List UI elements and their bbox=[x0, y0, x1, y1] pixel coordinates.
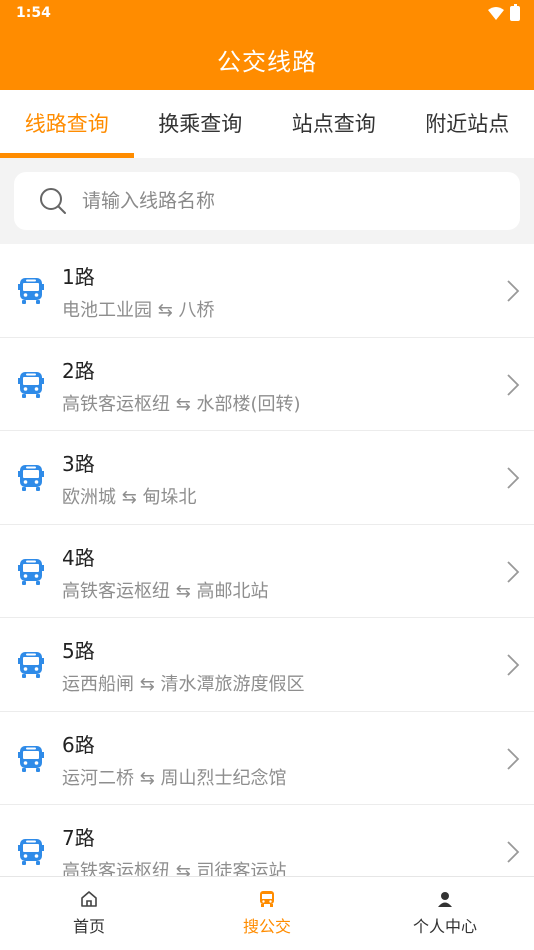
status-bar: 1:54 bbox=[0, 0, 534, 28]
nav-profile[interactable]: 个人中心 bbox=[356, 877, 534, 950]
bottom-nav: 首页 搜公交 个人中心 bbox=[0, 876, 534, 950]
route-name: 7路 bbox=[62, 826, 95, 850]
route-row[interactable]: 6路 运河二桥 ⇆ 周山烈士纪念馆 bbox=[0, 711, 534, 805]
search-box[interactable] bbox=[14, 172, 520, 230]
route-name: 4路 bbox=[62, 545, 95, 570]
route-name: 1路 bbox=[62, 265, 95, 289]
route-row[interactable]: 5路 运西船闸 ⇆ 清水潭旅游度假区 bbox=[0, 618, 534, 712]
route-list: 1路 电池工业园 ⇆ 八桥 2路 高铁客运枢纽 ⇆ 水部楼(回转) 3路 欧洲城… bbox=[0, 244, 534, 876]
route-stops: 高铁客运枢纽 ⇆ 高邮北站 bbox=[62, 580, 269, 602]
home-icon bbox=[81, 891, 97, 907]
chevron-right-icon bbox=[507, 654, 520, 676]
nav-home[interactable]: 首页 bbox=[0, 877, 178, 950]
route-row[interactable]: 3路 欧洲城 ⇆ 甸垛北 bbox=[0, 431, 534, 525]
bus-icon bbox=[18, 652, 44, 678]
app-header: 1:54 公交线路 bbox=[0, 0, 534, 90]
tab-bar: 线路查询 换乘查询 站点查询 附近站点 bbox=[0, 90, 534, 158]
bus-icon bbox=[18, 839, 44, 865]
route-name: 5路 bbox=[62, 639, 95, 663]
route-stops: 运河二桥 ⇆ 周山烈士纪念馆 bbox=[62, 767, 287, 789]
search-section bbox=[0, 158, 534, 244]
tab-transfer-query[interactable]: 换乘查询 bbox=[134, 90, 268, 158]
route-stops: 高铁客运枢纽 ⇆ 水部楼(回转) bbox=[62, 393, 301, 415]
nav-search-bus-label: 搜公交 bbox=[242, 917, 291, 936]
route-name: 6路 bbox=[62, 732, 95, 757]
route-stops: 运西船闸 ⇆ 清水潭旅游度假区 bbox=[62, 674, 305, 695]
nav-search-bus[interactable]: 搜公交 bbox=[178, 877, 356, 950]
route-name: 2路 bbox=[62, 358, 95, 383]
route-stops: 欧洲城 ⇆ 甸垛北 bbox=[62, 487, 197, 508]
nav-profile-label: 个人中心 bbox=[412, 917, 477, 936]
route-row[interactable]: 7路 高铁客运枢纽 ⇆ 司徒客运站 bbox=[0, 805, 534, 876]
page-title: 公交线路 bbox=[217, 48, 317, 76]
chevron-right-icon bbox=[507, 747, 520, 770]
route-name: 3路 bbox=[62, 452, 95, 476]
bus-icon bbox=[18, 278, 44, 304]
battery-icon bbox=[510, 4, 520, 21]
chevron-right-icon bbox=[507, 467, 520, 489]
route-stops: 高铁客运枢纽 ⇆ 司徒客运站 bbox=[62, 861, 287, 876]
bus-icon bbox=[18, 745, 44, 772]
chevron-right-icon bbox=[507, 373, 520, 396]
nav-home-label: 首页 bbox=[72, 917, 105, 936]
bus-icon bbox=[18, 465, 44, 491]
bus-icon bbox=[18, 558, 44, 585]
chevron-right-icon bbox=[507, 280, 520, 302]
wifi-icon bbox=[488, 6, 504, 20]
person-icon bbox=[438, 892, 452, 907]
status-icons bbox=[488, 4, 520, 21]
tab-stop-query[interactable]: 站点查询 bbox=[267, 90, 401, 158]
route-stops: 电池工业园 ⇆ 八桥 bbox=[62, 300, 215, 321]
tab-route-query[interactable]: 线路查询 bbox=[0, 90, 134, 158]
route-row[interactable]: 4路 高铁客运枢纽 ⇆ 高邮北站 bbox=[0, 524, 534, 618]
tab-nearby-stops[interactable]: 附近站点 bbox=[401, 90, 534, 158]
bus-icon bbox=[18, 371, 44, 398]
status-time: 1:54 bbox=[16, 5, 51, 21]
search-icon bbox=[40, 188, 66, 214]
chevron-right-icon bbox=[507, 560, 520, 583]
chevron-right-icon bbox=[507, 841, 520, 863]
route-row[interactable]: 2路 高铁客运枢纽 ⇆ 水部楼(回转) bbox=[0, 337, 534, 431]
search-input[interactable] bbox=[82, 190, 482, 212]
bus-icon bbox=[260, 891, 274, 907]
route-row[interactable]: 1路 电池工业园 ⇆ 八桥 bbox=[0, 244, 534, 338]
